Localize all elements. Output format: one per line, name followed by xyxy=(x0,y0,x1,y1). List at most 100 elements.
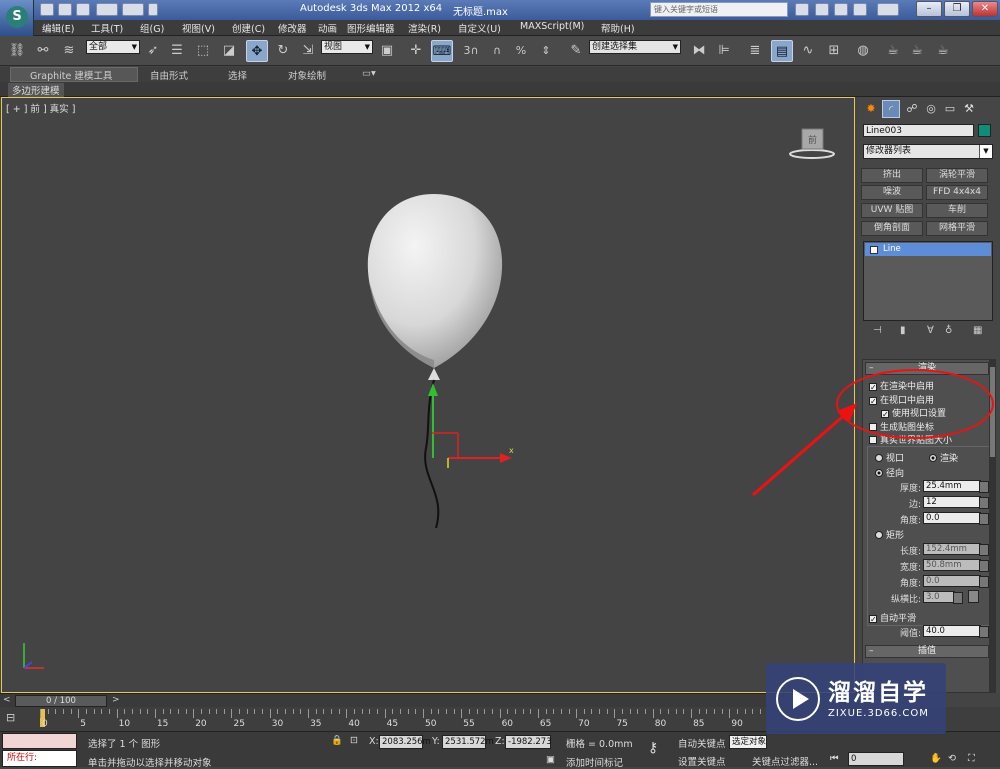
ribbon-options-icon[interactable]: ▭▾ xyxy=(362,68,376,79)
menu-rendering[interactable]: 渲染(R) xyxy=(408,21,441,35)
bevel-profile-button[interactable]: 倒角剖面 xyxy=(861,221,923,236)
subscription-icon[interactable] xyxy=(834,3,848,16)
binoculars-icon[interactable] xyxy=(795,3,809,16)
keyboard-shortcut-toggle-icon[interactable]: ⌨ xyxy=(431,40,453,62)
selection-lock-icon[interactable]: 🔒 xyxy=(331,735,343,746)
schematic-view-icon[interactable]: ⊞ xyxy=(823,40,845,62)
turbosmooth-button[interactable]: 涡轮平滑 xyxy=(926,168,988,183)
undo-icon[interactable] xyxy=(96,3,118,16)
close-button[interactable]: ✕ xyxy=(972,1,998,17)
goto-start-icon[interactable]: ⏮ xyxy=(830,753,839,764)
key-filters-button[interactable]: 关键点过滤器... xyxy=(752,754,818,768)
snap-toggle-icon[interactable]: 3∩ xyxy=(460,40,482,62)
move-gizmo[interactable]: x xyxy=(428,383,514,468)
menu-create[interactable]: 创建(C) xyxy=(232,21,265,35)
pivot-center-icon[interactable]: ▣ xyxy=(376,40,398,62)
ffd-button[interactable]: FFD 4x4x4 xyxy=(926,185,988,200)
window-crossing-icon[interactable]: ◪ xyxy=(218,40,240,62)
tab-selection[interactable]: 选择 xyxy=(228,68,247,82)
menu-views[interactable]: 视图(V) xyxy=(182,21,215,35)
modify-tab-icon[interactable]: ◜ xyxy=(882,100,900,118)
next-frame-icon[interactable]: > xyxy=(112,695,120,705)
app-logo-icon[interactable]: S xyxy=(0,0,34,36)
x-coord-field[interactable]: 2083.256m xyxy=(379,735,431,749)
tab-freeform[interactable]: 自由形式 xyxy=(150,68,188,82)
save-file-icon[interactable] xyxy=(76,3,90,16)
radial-radio[interactable]: 径向 xyxy=(875,466,904,479)
selection-filter-dropdown[interactable]: 全部 xyxy=(86,40,140,54)
rectangular-radio[interactable]: 矩形 xyxy=(875,528,904,541)
select-scale-icon[interactable]: ⇲ xyxy=(297,40,319,62)
unlink-icon[interactable]: ⚯ xyxy=(32,40,54,62)
maximize-viewport-icon[interactable]: ⛶ xyxy=(968,753,975,764)
new-file-icon[interactable] xyxy=(40,3,54,16)
favorites-icon[interactable] xyxy=(853,3,867,16)
mirror-icon[interactable]: ⧓ xyxy=(688,40,710,62)
selected-dropdown[interactable]: 选定对象 xyxy=(729,735,767,749)
thickness-spinner[interactable]: 25.4mm xyxy=(923,480,989,493)
lathe-button[interactable]: 车削 xyxy=(926,203,988,218)
sides-spinner[interactable]: 12 xyxy=(923,496,989,509)
wrench-icon[interactable] xyxy=(815,3,829,16)
viewport-radio[interactable]: 视口 xyxy=(875,451,904,464)
pin-stack-icon[interactable]: ⊣ xyxy=(873,325,882,336)
align-icon[interactable]: ⊫ xyxy=(713,40,735,62)
material-editor-icon[interactable]: ◍ xyxy=(852,40,874,62)
threshold-spinner[interactable]: 40.0 xyxy=(923,625,989,638)
y-coord-field[interactable]: 2531.572m xyxy=(442,735,494,749)
aspect-spinner[interactable]: 3.0 xyxy=(923,591,963,604)
graphite-toggle-icon[interactable]: ▤ xyxy=(771,40,793,62)
edit-named-selection-icon[interactable]: ✎ xyxy=(565,40,587,62)
time-tag-icon[interactable]: ▣ xyxy=(546,754,555,765)
restore-button[interactable]: ❐ xyxy=(944,1,970,17)
extrude-button[interactable]: 挤出 xyxy=(861,168,923,183)
prev-frame-icon[interactable]: < xyxy=(3,695,11,705)
render-setup-icon[interactable]: ☕ xyxy=(882,40,904,62)
frame-field[interactable]: 0 xyxy=(848,752,904,766)
spinner-snap-icon[interactable]: ⇕ xyxy=(535,40,557,62)
select-object-icon[interactable]: ➶ xyxy=(142,40,164,62)
make-unique-icon[interactable]: ∀ xyxy=(927,325,934,336)
redo-icon[interactable] xyxy=(122,3,144,16)
select-by-name-icon[interactable]: ☰ xyxy=(166,40,188,62)
set-key-button[interactable]: 设置关键点 xyxy=(678,754,726,768)
maxscript-running-field[interactable]: 所在行: xyxy=(2,750,77,767)
auto-key-button[interactable]: 自动关键点 xyxy=(678,736,726,750)
select-rotate-icon[interactable]: ↻ xyxy=(272,40,294,62)
interpolation-rollout-header[interactable]: – 插值 xyxy=(865,645,989,658)
timeline-ruler[interactable]: 0 5 10 15 20 25 30 35 40 45 50 55 60 65 70 75 80 85 90 xyxy=(40,709,761,729)
length-spinner[interactable]: 152.4mm xyxy=(923,543,989,556)
render-production-icon[interactable]: ☕ xyxy=(932,40,954,62)
modifier-stack[interactable]: Line xyxy=(863,241,993,321)
help-icon[interactable] xyxy=(877,3,899,16)
link-icon[interactable]: ⛓ xyxy=(6,40,28,62)
quick-access-dropdown-icon[interactable] xyxy=(148,3,158,16)
modifier-list-dropdown[interactable]: 修改器列表 ▼ xyxy=(863,144,993,159)
menu-customize[interactable]: 自定义(U) xyxy=(458,21,501,35)
reference-coord-dropdown[interactable]: 视图 xyxy=(321,40,373,54)
uvw-map-button[interactable]: UVW 贴图 xyxy=(861,203,923,218)
renderer-radio[interactable]: 渲染 xyxy=(929,451,958,464)
object-name-field[interactable]: Line003 xyxy=(863,124,974,137)
named-selection-dropdown[interactable]: 创建选择集 xyxy=(589,40,681,54)
time-slider[interactable]: 0 / 100 xyxy=(15,695,107,707)
meshsmooth-button[interactable]: 网格平滑 xyxy=(926,221,988,236)
auto-smooth-checkbox[interactable]: ✓ 自动平滑 xyxy=(869,611,916,624)
menu-group[interactable]: 组(G) xyxy=(140,21,164,35)
select-move-icon[interactable]: ✥ xyxy=(246,40,268,62)
menu-edit[interactable]: 编辑(E) xyxy=(42,21,74,35)
menu-graph-editors[interactable]: 图形编辑器 xyxy=(347,21,395,35)
tab-object-paint[interactable]: 对象绘制 xyxy=(288,68,326,82)
select-manipulate-icon[interactable]: ✛ xyxy=(405,40,427,62)
menu-maxscript[interactable]: MAXScript(M) xyxy=(520,21,584,32)
width-spinner[interactable]: 50.8mm xyxy=(923,559,989,572)
configure-sets-icon[interactable]: ▦ xyxy=(973,325,982,336)
show-end-result-icon[interactable]: ▮ xyxy=(900,325,906,336)
menu-help[interactable]: 帮助(H) xyxy=(601,21,635,35)
menu-animation[interactable]: 动画 xyxy=(318,21,337,35)
hierarchy-tab-icon[interactable]: ☍ xyxy=(903,100,921,118)
balloon[interactable] xyxy=(367,194,503,380)
rendered-frame-icon[interactable]: ☕ xyxy=(906,40,928,62)
lock-aspect-icon[interactable] xyxy=(968,590,979,603)
remove-modifier-icon[interactable]: ♁ xyxy=(945,325,952,336)
